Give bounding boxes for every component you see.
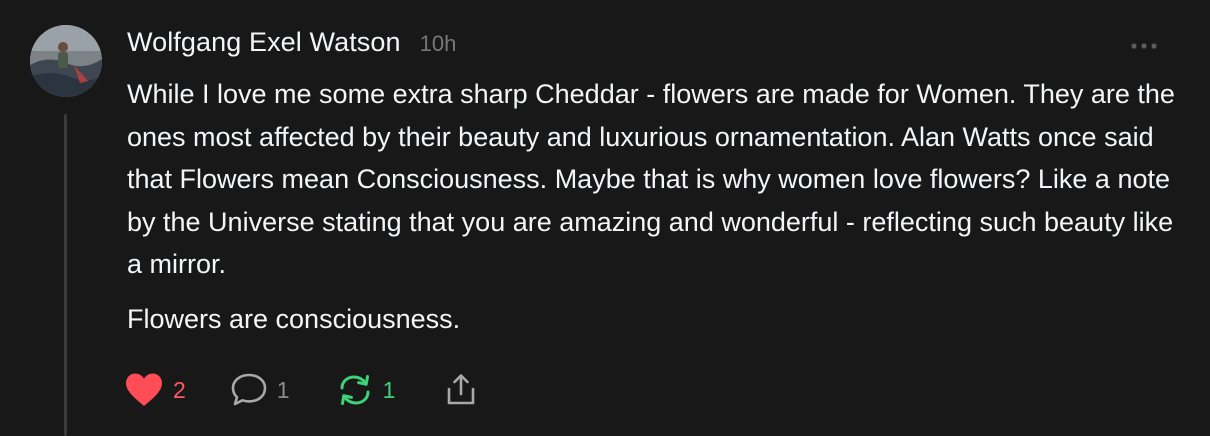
author-name[interactable]: Wolfgang Exel Watson — [127, 27, 401, 58]
share-icon — [448, 374, 475, 405]
avatar-photo — [30, 25, 102, 97]
post-paragraph: While I love me some extra sharp Cheddar… — [127, 79, 1175, 279]
post-paragraph: Flowers are consciousness. — [127, 303, 461, 334]
reply-count: 1 — [276, 376, 290, 403]
reply-button[interactable]: 1 — [230, 372, 290, 408]
speech-bubble-icon — [231, 373, 267, 406]
more-button[interactable] — [1126, 32, 1162, 60]
repost-arrows-icon — [340, 375, 370, 405]
action-bar: 2 1 1 — [124, 368, 479, 412]
heart-icon — [126, 373, 162, 406]
share-button[interactable] — [443, 372, 479, 408]
repost-button[interactable]: 1 — [336, 372, 396, 408]
post-timestamp: 10h — [419, 31, 457, 56]
post-body: While I love me some extra sharp Cheddar… — [127, 73, 1187, 340]
thread-line — [64, 114, 67, 436]
more-dots-icon — [1131, 43, 1157, 49]
post-header: Wolfgang Exel Watson 10h — [127, 27, 456, 67]
repost-count: 1 — [382, 376, 396, 403]
avatar[interactable] — [30, 25, 102, 97]
like-button[interactable]: 2 — [124, 372, 186, 408]
like-count: 2 — [173, 376, 186, 403]
